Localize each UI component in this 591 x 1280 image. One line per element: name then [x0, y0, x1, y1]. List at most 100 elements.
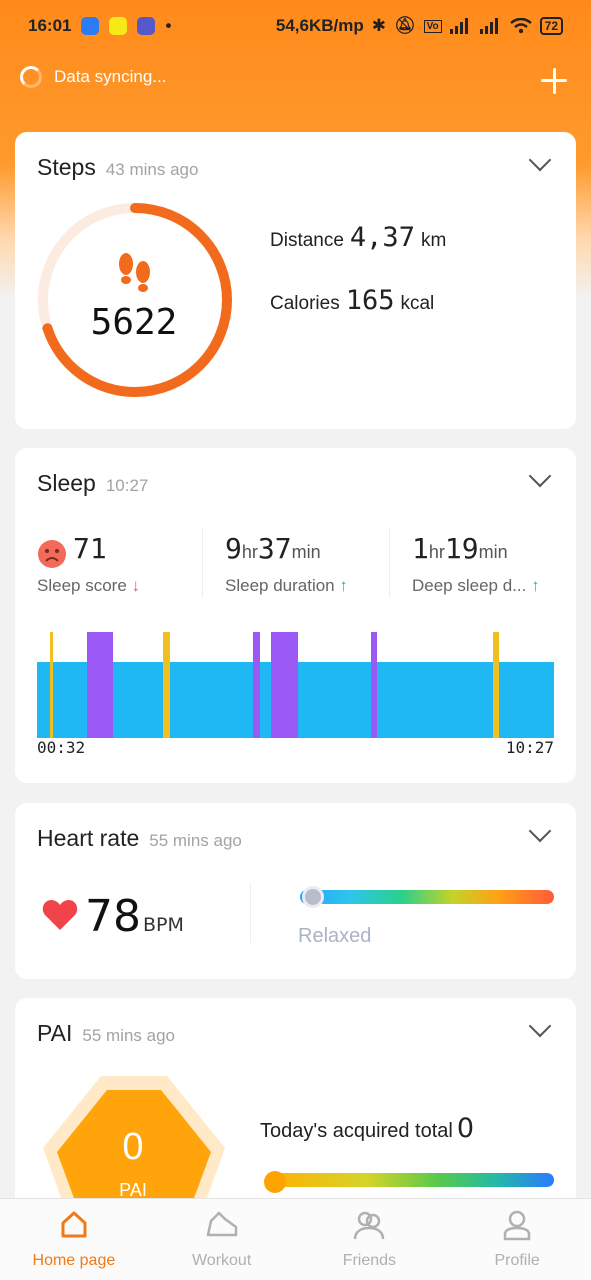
steps-title-row: Steps 43 mins ago [37, 154, 198, 181]
calories-stat: Calories 165 kcal [270, 285, 434, 316]
sleep-duration-value-row: 9hr37min [225, 532, 321, 565]
pai-title-row: PAI 55 mins ago [37, 1020, 175, 1047]
status-time: 16:01 [28, 16, 72, 35]
deep-sleep-value-row: 1hr19min [412, 532, 508, 565]
sleep-duration-label: Sleep duration [225, 576, 335, 595]
heart-rate-zone-indicator [302, 886, 324, 908]
pai-title: PAI [37, 1020, 73, 1046]
sync-spinner-icon [20, 66, 42, 88]
steps-card[interactable]: Steps 43 mins ago 5622 Distance 4,37 km Cal… [15, 132, 576, 429]
awake-segment [493, 632, 499, 738]
pai-value: 0 [122, 1126, 144, 1168]
heart-rate-status: Relaxed [298, 925, 372, 947]
nav-home[interactable]: Home page [0, 1199, 148, 1280]
awake-segment [50, 632, 53, 738]
steps-title: Steps [37, 154, 96, 180]
teams-icon [137, 17, 156, 35]
rem-segment [271, 632, 298, 738]
rem-segment [371, 632, 377, 738]
sleep-title: Sleep [37, 470, 96, 496]
steps-chevron-down-icon[interactable] [528, 148, 552, 172]
steps-progress-ring [38, 203, 232, 397]
rem-segment [87, 632, 113, 738]
distance-value: 4,37 [349, 222, 415, 253]
nav-profile-label: Profile [494, 1252, 540, 1269]
calories-value: 165 [345, 285, 395, 316]
nav-home-label: Home page [32, 1252, 116, 1269]
add-button[interactable] [539, 66, 569, 96]
heart-rate-zone-bar [300, 890, 554, 904]
messenger-icon [81, 17, 100, 35]
distance-unit: km [420, 230, 447, 251]
sync-text: Data syncing... [54, 67, 167, 86]
profile-icon [503, 1210, 531, 1241]
nav-friends-label: Friends [342, 1252, 397, 1269]
heart-rate-value-row: 78 BPM [85, 891, 184, 942]
deep-sleep-label-row: Deep sleep d... ↑ [412, 576, 540, 596]
sleep-end-time: 10:27 [505, 738, 554, 757]
pai-total-row: Today's acquired total 0 [260, 1113, 474, 1144]
sleep-duration-label-row: Sleep duration ↑ [225, 576, 348, 596]
heart-rate-unit: BPM [143, 914, 184, 936]
pai-total-value: 0 [456, 1113, 475, 1144]
deep-sleep-label: Deep sleep d... [412, 576, 527, 595]
calories-unit: kcal [400, 293, 435, 314]
sleep-duration-hr: 9 [225, 532, 242, 565]
nav-workout-label: Workout [191, 1252, 252, 1269]
calories-label: Calories [270, 293, 340, 314]
sleep-time: 10:27 [105, 476, 149, 495]
heart-rate-title: Heart rate [37, 825, 140, 851]
divider [202, 528, 203, 598]
pai-progress-bar [265, 1173, 554, 1187]
pai-time-ago: 55 mins ago [82, 1026, 175, 1045]
awake-segment [163, 632, 170, 738]
sleep-stages-chart[interactable] [37, 628, 554, 738]
pai-total-label: Today's acquired total [260, 1120, 453, 1142]
trend-up-icon: ↑ [531, 576, 540, 595]
hr-unit: hr [428, 542, 445, 562]
sleep-score-value: 71 [73, 532, 107, 565]
deep-sleep-hr: 1 [412, 532, 429, 565]
divider [250, 883, 251, 943]
heart-rate-time-ago: 55 mins ago [149, 831, 242, 850]
bluetooth-icon: ✱ [371, 16, 386, 35]
signal-icon [449, 18, 468, 34]
volte-icon: Vo [423, 19, 442, 33]
sleep-start-time: 00:32 [37, 738, 86, 757]
sleep-chevron-down-icon[interactable] [528, 464, 552, 488]
heart-icon [42, 900, 78, 930]
battery-icon: 72 [539, 17, 563, 35]
footprints-icon [119, 253, 150, 292]
deep-sleep-min: 19 [444, 532, 479, 565]
pai-chevron-down-icon[interactable] [528, 1014, 552, 1038]
nav-friends[interactable]: Friends [296, 1199, 444, 1280]
network-speed: 54,6KB/mp [275, 16, 364, 35]
heart-rate-chevron-down-icon[interactable] [528, 819, 552, 843]
home-icon [61, 1211, 87, 1238]
steps-time-ago: 43 mins ago [105, 160, 199, 179]
shoe-icon [206, 1211, 237, 1237]
min-unit: min [478, 542, 508, 562]
sleep-score-value-row: 71 [37, 532, 107, 569]
heart-rate-card[interactable]: Heart rate 55 mins ago 78 BPM Relaxed [15, 803, 576, 979]
rem-segment [253, 632, 260, 738]
more-notifications-icon: • [165, 16, 172, 35]
pai-progress-indicator [264, 1171, 286, 1193]
snapchat-icon [109, 17, 128, 35]
friends-icon [354, 1211, 385, 1240]
status-bar: 16:01 • 54,6KB/mp ✱ 🔕︎ Vo 72 [0, 0, 591, 52]
sleep-title-row: Sleep 10:27 [37, 470, 148, 497]
steps-count: 5622 [90, 302, 178, 343]
distance-label: Distance [270, 230, 344, 251]
nav-profile[interactable]: Profile [443, 1199, 591, 1280]
wifi-icon [509, 18, 532, 34]
sleep-duration-min: 37 [257, 532, 292, 565]
sync-status: Data syncing... [20, 66, 166, 88]
bottom-navigation: Home page Workout Friends Profile [0, 1198, 591, 1280]
hr-unit: hr [241, 542, 258, 562]
min-unit: min [291, 542, 321, 562]
nav-workout[interactable]: Workout [148, 1199, 296, 1280]
sleep-card[interactable]: Sleep 10:27 71 Sleep score ↓ 9hr37min Sle… [15, 448, 576, 783]
heart-rate-title-row: Heart rate 55 mins ago [37, 825, 242, 852]
sleep-score-label: Sleep score [37, 576, 127, 595]
